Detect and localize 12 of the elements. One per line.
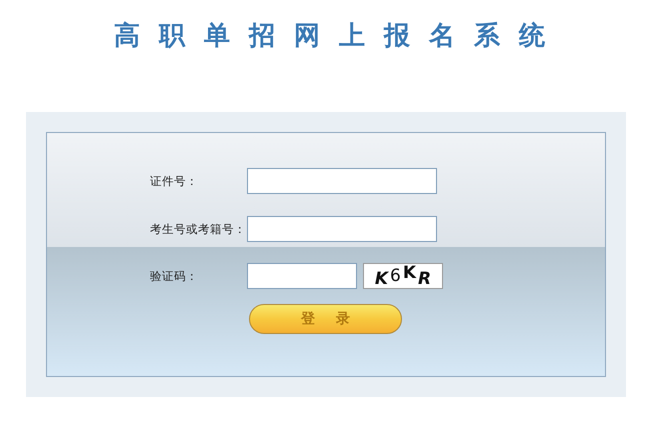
captcha-character: R: [418, 269, 432, 289]
captcha-image[interactable]: K6 KR: [363, 263, 443, 289]
input-field[interactable]: [247, 263, 357, 289]
field-label: 验证码：: [150, 268, 199, 284]
input-field[interactable]: [247, 168, 437, 194]
captcha-character: K: [374, 269, 388, 289]
page-title: 高职单招网上报名系统: [113, 20, 565, 53]
field-label: 考生号或考籍号：: [150, 222, 247, 236]
captcha-character: K: [402, 263, 416, 283]
field-label: 证件号：: [150, 174, 199, 188]
input-field[interactable]: [247, 216, 437, 242]
captcha-character: 6: [390, 266, 401, 286]
